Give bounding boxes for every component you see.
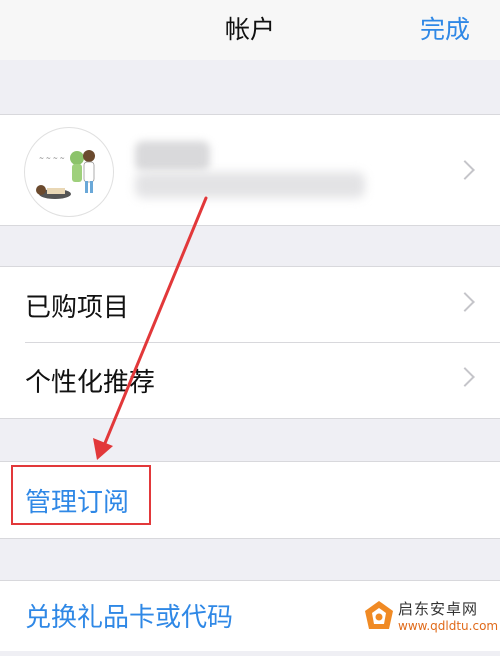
watermark: 启东安卓网 www.qdldtu.com — [362, 597, 498, 635]
watermark-title: 启东安卓网 — [398, 600, 479, 618]
watermark-url: www.qdldtu.com — [398, 619, 499, 633]
annotation-arrow — [93, 196, 208, 460]
watermark-logo-icon — [365, 601, 393, 629]
